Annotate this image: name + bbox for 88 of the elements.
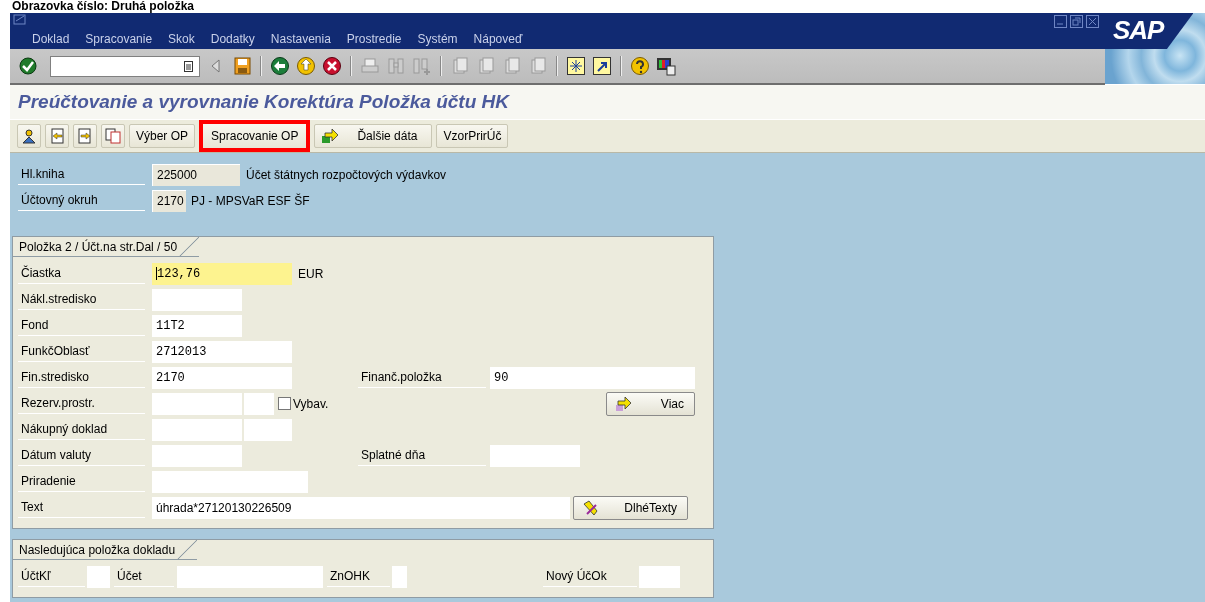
print-icon[interactable] (360, 56, 380, 76)
input-field[interactable]: 123,76 (152, 262, 292, 285)
menu-item[interactable]: Skok (160, 32, 203, 46)
previous-page-icon[interactable] (476, 56, 496, 76)
minimize-icon[interactable] (1054, 15, 1067, 28)
push-button[interactable]: Viac (606, 391, 695, 416)
input-field[interactable] (152, 418, 242, 441)
input-field[interactable] (244, 418, 292, 441)
binoculars-icon[interactable] (386, 56, 406, 76)
monitor-icon[interactable] (656, 56, 676, 76)
cancel-icon[interactable] (322, 56, 342, 76)
sap-logo: SAP (1105, 13, 1205, 84)
input-field[interactable]: 90 (490, 366, 695, 389)
input-field[interactable] (152, 392, 242, 415)
field-label: FunkčOblasť (18, 341, 145, 362)
restore-icon[interactable] (1070, 15, 1083, 28)
copy-icon (105, 128, 121, 144)
field-label: Fin.stredisko (18, 367, 145, 388)
group-title: Nasledujúca položka dokladu (13, 540, 198, 560)
menu-item[interactable]: Systém (409, 32, 466, 46)
menu-item[interactable]: Prostredie (338, 32, 410, 46)
field-label: ÚčtKľ (18, 566, 85, 587)
input-field[interactable] (87, 565, 110, 588)
person-icon (21, 128, 37, 144)
help-icon[interactable] (630, 56, 650, 76)
input-field[interactable]: 2170 (152, 366, 292, 389)
field-label: Text (18, 497, 145, 518)
toolbar-button[interactable] (17, 124, 41, 148)
first-page-icon[interactable] (450, 56, 470, 76)
field-label: Finanč.položka (358, 367, 486, 388)
input-field[interactable] (177, 565, 323, 588)
field-label: Dátum valuty (18, 445, 145, 466)
input-field[interactable] (490, 444, 580, 467)
field-label: Fond (18, 315, 145, 336)
field-label: Hl.kniha (18, 164, 145, 185)
input-field[interactable] (244, 392, 274, 415)
input-field[interactable] (639, 565, 680, 588)
close-icon[interactable] (1086, 15, 1099, 28)
input-field[interactable]: 2712013 (152, 340, 292, 363)
field-label: Nový ÚčOk (543, 566, 637, 587)
checkbox-label: Vybav. (293, 396, 329, 411)
input-field[interactable]: úhrada*27120130226509 (152, 496, 570, 519)
readonly-field: 2170 (152, 189, 186, 212)
field-label: ZnOHK (327, 566, 390, 587)
next-page-icon[interactable] (502, 56, 522, 76)
field-label: Čiastka (18, 263, 145, 284)
field-label: Účtovný okruh (18, 190, 145, 211)
check-icon[interactable] (18, 56, 38, 76)
input-field[interactable] (152, 470, 308, 493)
push-button[interactable]: DlhéTexty (573, 495, 688, 520)
shortcut-icon[interactable] (592, 56, 612, 76)
menu-item[interactable]: Nastavenia (262, 32, 339, 46)
toolbar-button[interactable]: Ďalšie dáta (314, 124, 433, 148)
field-description: Účet štátnych rozpočtových výdavkov (246, 167, 447, 182)
group-title: Položka 2 / Účt.na str.Dal / 50 (13, 237, 200, 257)
save-icon[interactable] (232, 56, 252, 76)
pencil-icon (582, 499, 599, 516)
window-menu-icon (12, 13, 28, 27)
checkbox[interactable] (278, 397, 291, 410)
last-page-icon[interactable] (528, 56, 548, 76)
input-field[interactable]: 11T2 (152, 314, 242, 337)
field-description: PJ - MPSVaR ESF ŠF (191, 193, 310, 208)
arrow-right-icon (321, 128, 340, 144)
menu-item[interactable]: Doklad (24, 32, 78, 46)
field-label: Rezerv.prostr. (18, 393, 145, 414)
field-label: Splatné dňa (358, 445, 486, 466)
readonly-field: 225000 (152, 163, 240, 186)
input-field[interactable] (392, 565, 407, 588)
menu-item[interactable]: Nápoveď (465, 32, 531, 46)
list-icon (184, 60, 193, 72)
field-label: Nákl.stredisko (18, 289, 145, 310)
menu-item[interactable]: Dodatky (202, 32, 263, 46)
input-field[interactable] (152, 288, 242, 311)
field-label: Priradenie (18, 471, 145, 492)
field-label: Účet (114, 566, 174, 587)
field-label: Nákupný doklad (18, 419, 145, 440)
menu-item[interactable]: Spracovanie (77, 32, 161, 46)
toolbar-button[interactable]: VzorPrirÚč (436, 124, 509, 148)
input-field[interactable] (152, 444, 242, 467)
screen-title: Preúčtovanie a vyrovnanie Korektúra Položka účtu HK (18, 91, 509, 113)
new-session-icon[interactable] (566, 56, 586, 76)
toolbar-button[interactable]: Spracovanie OP (199, 120, 311, 152)
screen-caption: Obrazovka číslo: Druhá položka (12, 0, 195, 13)
binoculars-plus-icon[interactable] (412, 56, 432, 76)
unit-label: EUR (298, 266, 325, 281)
arrow-right-icon (615, 395, 632, 412)
command-field[interactable] (50, 55, 200, 77)
toolbar-button[interactable]: Výber OP (129, 124, 196, 148)
